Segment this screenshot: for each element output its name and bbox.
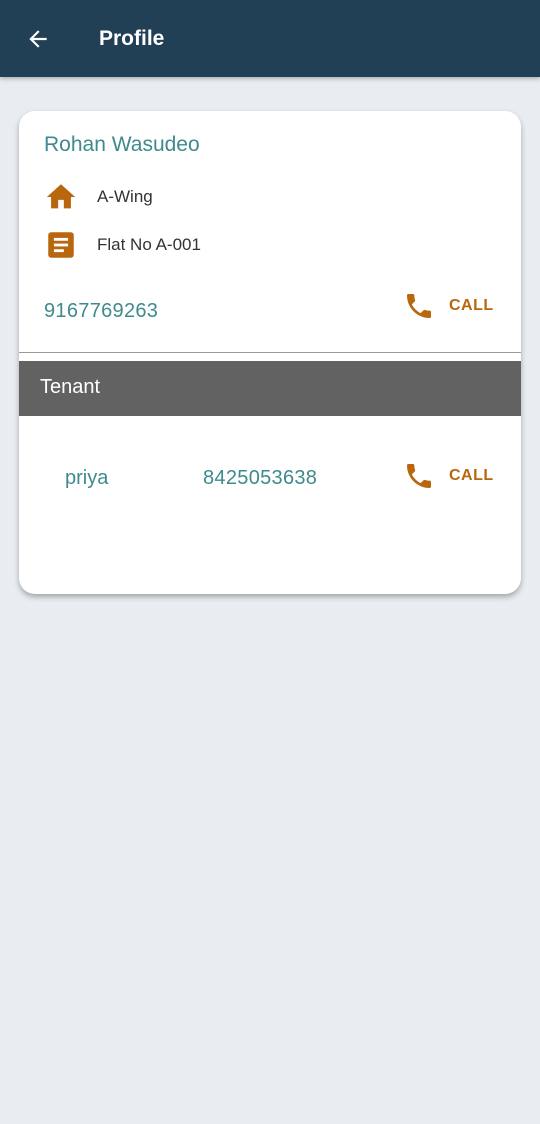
owner-name: Rohan Wasudeo (44, 133, 200, 156)
wing-label: A-Wing (97, 187, 153, 206)
owner-phone: 9167769263 (44, 300, 159, 322)
flat-row: Flat No A-001 (43, 228, 201, 262)
profile-card: Rohan Wasudeo A-Wing Flat No A-001 91677… (19, 111, 521, 594)
app-bar: Profile (0, 0, 540, 77)
phone-icon (407, 294, 431, 318)
arrow-left-icon (29, 30, 47, 48)
document-icon (43, 228, 79, 262)
section-title: Tenant (40, 376, 101, 398)
phone-icon (407, 464, 431, 488)
tenant-phone: 8425053638 (203, 467, 318, 489)
page-title: Profile (99, 27, 165, 50)
wing-row: A-Wing (43, 180, 153, 214)
flat-label: Flat No A-001 (97, 235, 201, 254)
tenant-name: priya (65, 467, 109, 489)
call-label: CALL (449, 467, 494, 484)
back-button[interactable] (18, 20, 58, 58)
call-label: CALL (449, 297, 494, 314)
home-icon (43, 180, 79, 214)
owner-call-button[interactable]: CALL (403, 290, 494, 322)
divider (19, 352, 521, 353)
tenant-call-button[interactable]: CALL (403, 460, 494, 492)
tenant-section-header: Tenant (19, 361, 521, 416)
